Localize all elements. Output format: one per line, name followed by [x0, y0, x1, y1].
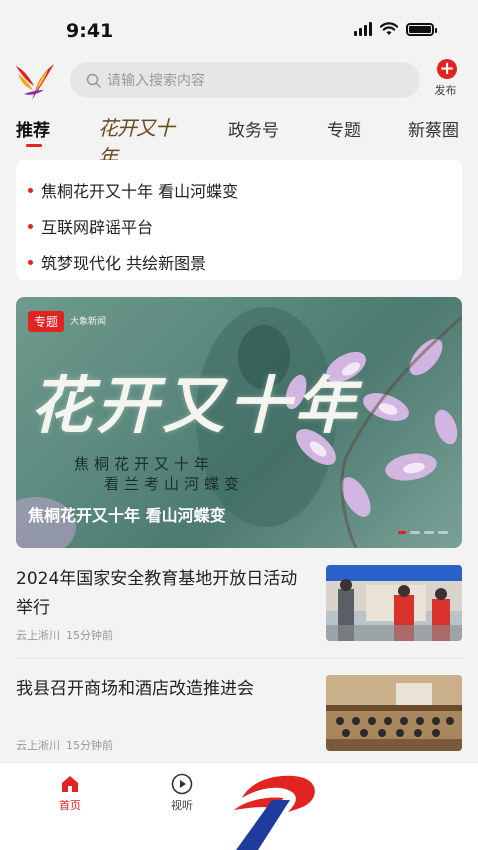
banner-calligraphy: 花开又十年	[30, 369, 361, 442]
publish-button[interactable]: + 发布	[434, 59, 460, 98]
signal-icon	[354, 22, 372, 36]
news-time: 15分钟前	[66, 739, 113, 752]
banner-caption: 焦桐花开又十年 看山河蝶变	[28, 506, 226, 525]
header: 请输入搜索内容 + 发布	[0, 56, 478, 106]
carousel-dot	[438, 531, 448, 534]
headline-item[interactable]: 互联网辟谣平台	[26, 208, 452, 244]
banner-subtitle: 焦桐花开又十年	[74, 455, 215, 473]
headline-text: 互联网辟谣平台	[41, 218, 154, 237]
news-source: 云上淅川	[16, 629, 60, 642]
status-icons	[354, 22, 437, 36]
plus-icon: +	[437, 59, 457, 79]
banner-subtitle: 看兰考山河蝶变	[104, 475, 245, 493]
tab-recommend[interactable]: 推荐	[16, 116, 50, 141]
divider	[16, 658, 462, 659]
tab-topics[interactable]: 专题	[327, 116, 361, 141]
status-time: 9:41	[66, 20, 114, 42]
news-item[interactable]: 我县召开商场和酒店改造推进会 云上淅川 15分钟前	[0, 675, 478, 755]
active-tab-indicator	[26, 144, 42, 147]
brand-logo-overlay	[228, 768, 324, 850]
news-source: 云上淅川	[16, 739, 60, 752]
tabbar-home[interactable]: 首页	[40, 771, 100, 813]
news-meta: 云上淅川 15分钟前	[16, 627, 113, 643]
app-logo-icon[interactable]	[14, 60, 56, 102]
topic-banner[interactable]: 专题 大象新闻 花开又十年 焦桐花开又十年 看兰考山河蝶变 焦桐花开又十年 看山…	[16, 297, 462, 548]
bullet-dot	[28, 223, 33, 229]
topic-tag: 专题	[28, 311, 65, 332]
bullet-dot	[28, 187, 33, 193]
news-thumbnail	[326, 565, 462, 641]
carousel-indicator	[398, 531, 448, 534]
news-meta: 云上淅川 15分钟前	[16, 737, 113, 753]
carousel-dot	[410, 531, 420, 534]
search-input[interactable]: 请输入搜索内容	[70, 62, 420, 98]
tabbar-video[interactable]: 视听	[152, 771, 212, 813]
headline-text: 焦桐花开又十年 看山河蝶变	[41, 182, 239, 201]
banner-org-logo: 大象新闻	[70, 317, 107, 327]
headline-card: 焦桐花开又十年 看山河蝶变 互联网辟谣平台 筑梦现代化 共绘新图景	[16, 160, 462, 280]
status-bar: 9:41	[0, 0, 478, 56]
tabbar-label: 视听	[171, 799, 193, 812]
channel-tabs: 推荐 花开又十年 政务号 专题 新蔡圈	[0, 108, 478, 169]
search-placeholder: 请输入搜索内容	[107, 73, 205, 89]
news-thumbnail	[326, 675, 462, 751]
tab-flower-decade-logo[interactable]: 花开又十年	[98, 112, 186, 169]
search-icon	[86, 73, 101, 88]
play-icon	[171, 773, 193, 795]
news-item[interactable]: 2024年国家安全教育基地开放日活动举行 云上淅川 15分钟前	[0, 565, 478, 657]
brand-logo-icon	[234, 775, 315, 850]
news-title: 我县召开商场和酒店改造推进会	[16, 679, 254, 699]
tab-government[interactable]: 政务号	[228, 116, 279, 141]
news-title: 2024年国家安全教育基地开放日活动举行	[16, 569, 298, 618]
tab-xincai-circle[interactable]: 新蔡圈	[408, 116, 459, 141]
headline-item[interactable]: 筑梦现代化 共绘新图景	[26, 244, 452, 280]
headline-item[interactable]: 焦桐花开又十年 看山河蝶变	[26, 172, 452, 208]
news-time: 15分钟前	[66, 629, 113, 642]
wifi-icon	[380, 22, 398, 35]
bullet-dot	[28, 259, 33, 265]
tabbar-label: 首页	[59, 799, 81, 812]
carousel-dot	[424, 531, 434, 534]
carousel-dot-active	[398, 531, 406, 534]
publish-label: 发布	[434, 84, 457, 97]
battery-icon	[406, 22, 437, 36]
home-icon	[62, 776, 78, 792]
headline-text: 筑梦现代化 共绘新图景	[41, 254, 207, 273]
